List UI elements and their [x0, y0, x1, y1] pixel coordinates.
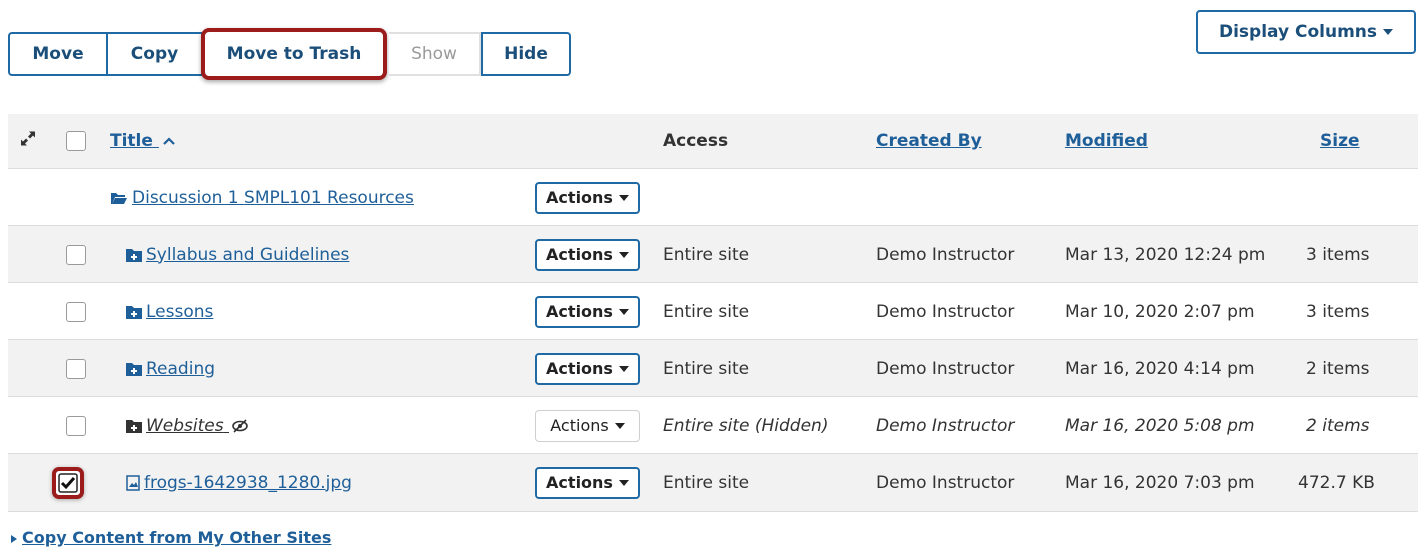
folder-plus-icon [126, 362, 142, 376]
checkmark-icon [58, 472, 78, 493]
row-modified: Mar 16, 2020 5:08 pm [1065, 415, 1255, 436]
row-created-by: Demo Instructor [876, 244, 1015, 265]
actions-label: Actions [546, 245, 613, 264]
actions-dropdown[interactable]: Actions [535, 466, 640, 499]
sort-up-icon [163, 137, 175, 145]
title-sort-link[interactable]: Title [110, 131, 175, 151]
row-checkbox[interactable] [66, 244, 86, 265]
caret-down-icon [618, 251, 629, 258]
actions-label: Actions [546, 359, 613, 378]
folder-link[interactable]: Reading [126, 359, 215, 379]
folder-open-icon [111, 192, 127, 204]
row-size: 3 items [1306, 244, 1370, 265]
row-size: 3 items [1306, 301, 1370, 322]
created-by-sort-link[interactable]: Created By [876, 131, 982, 151]
row-modified: Mar 13, 2020 12:24 pm [1065, 244, 1266, 265]
display-columns-label: Display Columns [1218, 22, 1378, 42]
row-modified: Mar 16, 2020 7:03 pm [1065, 472, 1255, 493]
table-row: Websites Actions Entire site (Hidden) De… [8, 396, 1418, 454]
table-header: Title Access Created By Modified Size [8, 114, 1418, 168]
move-to-trash-button[interactable]: Move to Trash [201, 28, 387, 80]
table-row: frogs-1642938_1280.jpg Actions Entire si… [8, 453, 1418, 512]
table-row: Syllabus and Guidelines Actions Entire s… [8, 225, 1418, 283]
row-title: Reading [146, 358, 216, 379]
folder-plus-icon [126, 419, 142, 433]
row-access: Entire site [663, 244, 750, 265]
row-title: Websites [146, 415, 224, 436]
row-size: 472.7 KB [1298, 472, 1375, 493]
caret-right-icon [11, 534, 17, 543]
toolbar: Move Copy Move to Trash Show Hide [8, 28, 571, 80]
select-all-checkbox[interactable] [66, 131, 86, 151]
row-access: Entire site [663, 358, 750, 379]
row-created-by: Demo Instructor [876, 472, 1015, 493]
row-created-by: Demo Instructor [876, 415, 1015, 436]
image-file-icon [126, 474, 140, 491]
title-header-label: Title [110, 131, 153, 151]
parent-folder-title: Discussion 1 SMPL101 Resources [132, 187, 414, 208]
caret-down-icon [618, 365, 629, 372]
row-size: 2 items [1306, 415, 1370, 436]
row-checkbox[interactable] [66, 415, 86, 436]
actions-label: Actions [546, 473, 613, 492]
row-checkbox-checked[interactable] [52, 466, 84, 499]
row-title: Syllabus and Guidelines [146, 244, 350, 265]
row-access: Entire site [663, 472, 750, 493]
copy-button[interactable]: Copy [108, 32, 203, 76]
actions-label: Actions [546, 188, 613, 207]
row-checkbox[interactable] [66, 358, 86, 379]
actions-dropdown[interactable]: Actions [535, 409, 640, 442]
actions-label: Actions [550, 416, 609, 435]
hidden-eye-icon [232, 418, 248, 433]
row-modified: Mar 10, 2020 2:07 pm [1065, 301, 1255, 322]
folder-plus-icon [126, 248, 142, 262]
access-header: Access [663, 131, 729, 151]
row-created-by: Demo Instructor [876, 301, 1015, 322]
table-row: Reading Actions Entire site Demo Instruc… [8, 339, 1418, 397]
row-access: Entire site (Hidden) [663, 415, 829, 436]
copy-content-link[interactable]: Copy Content from My Other Sites [10, 528, 331, 547]
row-title: frogs-1642938_1280.jpg [144, 472, 352, 493]
row-checkbox[interactable] [66, 301, 86, 322]
caret-down-icon [618, 479, 629, 486]
actions-label: Actions [546, 302, 613, 321]
caret-down-icon [1383, 29, 1394, 35]
folder-link[interactable]: Lessons [126, 302, 213, 322]
row-access: Entire site [663, 301, 750, 322]
display-columns-button[interactable]: Display Columns [1196, 10, 1416, 54]
caret-down-icon [618, 194, 629, 201]
row-size: 2 items [1306, 358, 1370, 379]
actions-dropdown[interactable]: Actions [535, 295, 640, 328]
modified-sort-link[interactable]: Modified [1065, 131, 1148, 151]
table-row: Lessons Actions Entire site Demo Instruc… [8, 282, 1418, 340]
row-created-by: Demo Instructor [876, 358, 1015, 379]
folder-link[interactable]: Websites [126, 416, 249, 436]
caret-down-icon [614, 422, 625, 429]
copy-content-label: Copy Content from My Other Sites [22, 528, 332, 547]
row-modified: Mar 16, 2020 4:14 pm [1065, 358, 1255, 379]
parent-folder-link[interactable]: Discussion 1 SMPL101 Resources [110, 188, 414, 208]
row-title: Lessons [146, 301, 214, 322]
folder-link[interactable]: Syllabus and Guidelines [126, 245, 349, 265]
actions-dropdown[interactable]: Actions [535, 181, 640, 214]
folder-plus-icon [126, 305, 142, 319]
actions-dropdown[interactable]: Actions [535, 352, 640, 385]
hide-button[interactable]: Hide [481, 32, 571, 76]
show-button[interactable]: Show [389, 32, 481, 76]
move-button[interactable]: Move [8, 32, 108, 76]
expand-icon[interactable] [20, 131, 36, 152]
caret-down-icon [618, 308, 629, 315]
actions-dropdown[interactable]: Actions [535, 238, 640, 271]
file-link[interactable]: frogs-1642938_1280.jpg [126, 473, 352, 493]
parent-folder-row: Discussion 1 SMPL101 Resources Actions [8, 168, 1418, 226]
size-sort-link[interactable]: Size [1320, 131, 1360, 151]
